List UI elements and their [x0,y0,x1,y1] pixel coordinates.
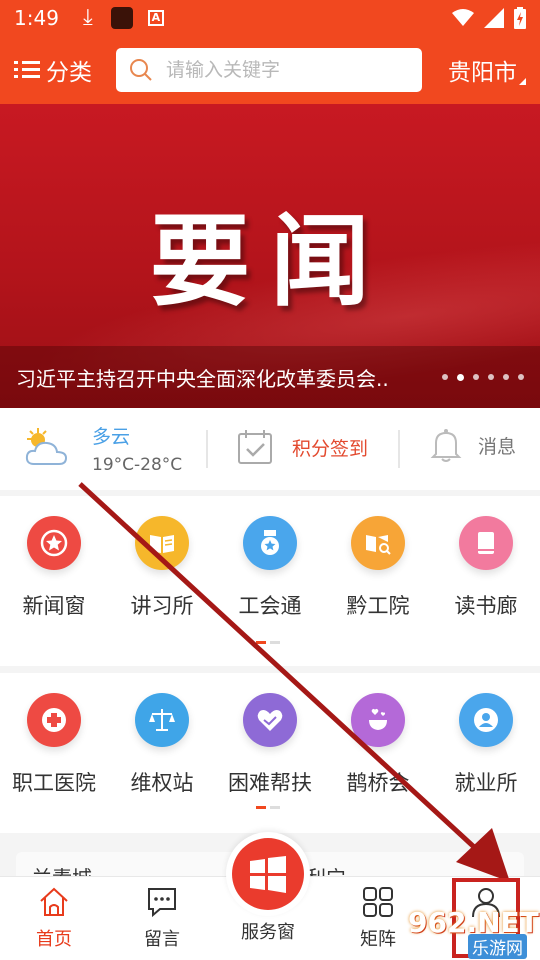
status-bar: 1:49 ⤓ A [0,0,540,36]
category-label: 分类 [46,60,92,86]
service-label: 就业所 [454,771,518,795]
service-window-label: 服务窗 [241,922,295,943]
service-label: 鹊桥会 [346,771,410,795]
book-icon [459,516,513,570]
service-label: 新闻窗 [22,594,86,618]
weather-temperature: 19°C-28°C [92,455,183,475]
carousel-dot[interactable] [473,373,479,380]
tab-matrix[interactable]: 矩阵 [338,885,418,951]
weather-text: 多云 19°C-28°C [92,422,182,475]
city-selector[interactable]: 贵阳市 [448,53,526,87]
scales-icon [135,693,189,747]
divider [398,430,400,468]
menu-list-icon [14,60,40,80]
calendar-check-icon [238,430,272,464]
star-badge-icon [27,516,81,570]
carousel-dot[interactable] [518,373,524,380]
tab-comments[interactable]: 留言 [122,885,202,951]
service-label: 读书廊 [454,594,518,618]
service-matchmaking[interactable]: 鹊桥会 [324,693,432,797]
carousel-dot[interactable] [457,373,464,381]
hearts-cup-icon [351,693,405,747]
book-search-icon [351,516,405,570]
city-label: 贵阳市 [448,60,517,86]
heart-hands-icon [243,693,297,747]
annotation-highlight-box [452,878,520,958]
grid-pager [256,641,284,645]
tab-comments-label: 留言 [144,929,180,950]
grid-pager [256,806,284,810]
carousel-dot[interactable] [503,373,509,380]
medal-icon [243,516,297,570]
wifi-icon [452,9,474,26]
service-window-button[interactable] [226,832,310,916]
tab-matrix-label: 矩阵 [360,929,396,950]
signin-button[interactable]: 积分签到 [236,428,368,466]
app-notification-icon [110,7,133,29]
signal-icon [484,8,504,28]
service-label: 工会通 [238,594,302,618]
windows-logo-icon [232,838,304,910]
banner-caption: 习近平主持召开中央全面深化改革委员会.. [16,366,389,391]
bell-icon [430,429,462,462]
service-union-pass[interactable]: 工会通 [216,516,324,620]
service-label: 黔工院 [346,594,410,618]
service-rights-station[interactable]: 维权站 [108,693,216,797]
service-label: 困难帮扶 [228,771,312,795]
banner-title: 要闻 [150,203,390,320]
news-banner[interactable]: 要闻 习近平主持召开中央全面深化改革委员会.. [0,104,540,408]
chat-bubble-icon [148,888,176,918]
service-news-window[interactable]: 新闻窗 [0,516,108,620]
divider [206,430,208,468]
grid-icon [363,887,393,917]
messages-button[interactable]: 消息 [430,428,516,462]
service-label: 讲习所 [130,594,194,618]
service-guizhou-institute[interactable]: 黔工院 [324,516,432,620]
service-workers-hospital[interactable]: 职工医院 [0,693,108,797]
messages-label: 消息 [478,435,517,458]
service-grid-1: 新闻窗 讲习所 工会通 黔工院 读书廊 [0,496,540,666]
banner-caption-bar[interactable]: 习近平主持召开中央全面深化改革委员会.. [0,346,540,408]
partly-cloudy-icon [25,428,68,465]
service-lecture-hall[interactable]: 讲习所 [108,516,216,620]
medical-cross-icon [27,693,81,747]
open-book-icon [135,516,189,570]
search-icon [130,59,152,81]
dropdown-triangle-icon [519,78,526,85]
service-label: 维权站 [130,771,194,795]
service-hardship-aid[interactable]: 困难帮扶 [216,693,324,797]
app-a-icon: A [145,7,167,29]
category-button[interactable]: 分类 [14,53,92,87]
carousel-dot[interactable] [488,373,494,380]
service-label: 职工医院 [12,771,96,795]
top-bar: 分类 贵阳市 [0,36,540,104]
weather-condition: 多云 [92,426,131,448]
home-icon [40,887,68,916]
service-employment[interactable]: 就业所 [432,693,540,797]
carousel-dot[interactable] [442,373,448,380]
status-time: 1:49 [14,6,59,30]
search-box[interactable] [116,48,422,92]
tab-home-label: 首页 [36,929,72,950]
battery-icon [514,7,526,29]
search-input[interactable] [166,59,416,81]
person-badge-icon [459,693,513,747]
service-reading-gallery[interactable]: 读书廊 [432,516,540,620]
download-icon: ⤓ [83,5,93,30]
carousel-dots[interactable] [442,373,524,381]
info-bar: 多云 19°C-28°C 积分签到 消息 [0,408,540,490]
signin-label: 积分签到 [292,437,369,460]
service-grid-2: 职工医院 维权站 困难帮扶 鹊桥会 就业所 [0,673,540,833]
tab-home[interactable]: 首页 [14,885,94,951]
